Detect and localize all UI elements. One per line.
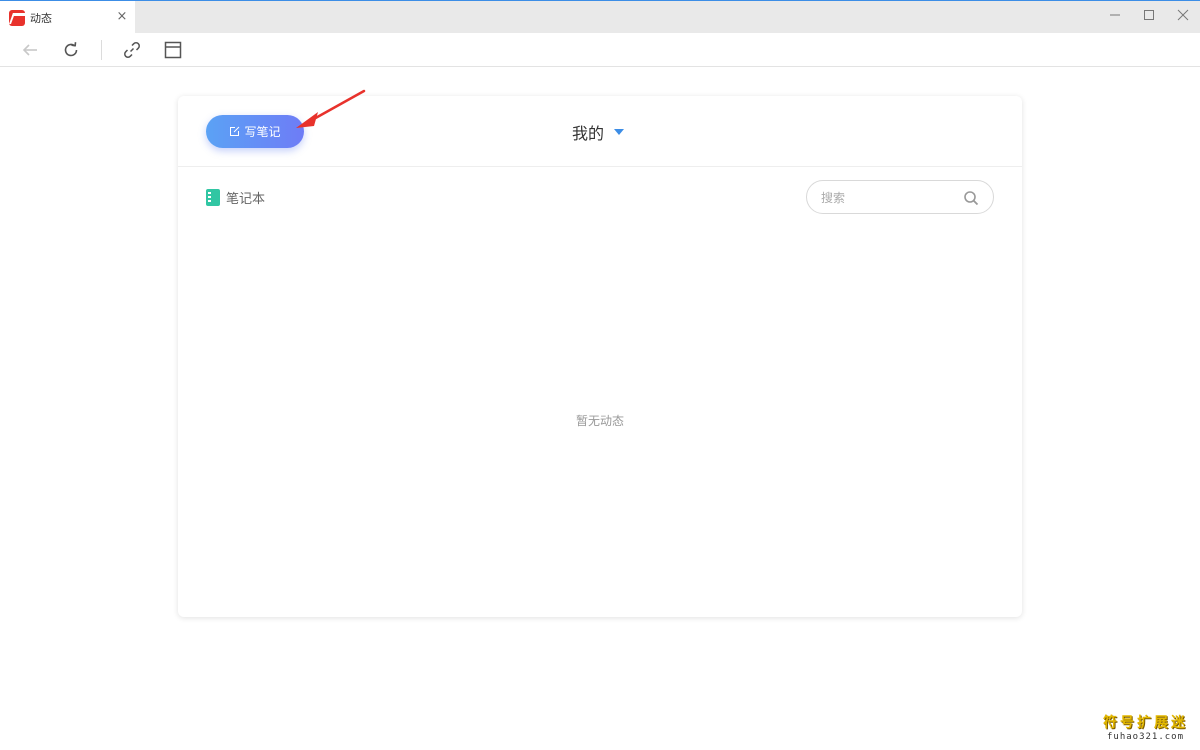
back-arrow-icon (22, 44, 37, 56)
edit-icon (229, 126, 240, 137)
layout-button[interactable] (162, 39, 184, 61)
copy-link-button[interactable] (121, 39, 143, 61)
view-selector-label: 我的 (572, 124, 605, 143)
refresh-icon (64, 42, 78, 57)
notebook-label: 笔记本 (226, 192, 266, 207)
watermark-main-text: 符号扩展迷 (1103, 715, 1188, 731)
watermark-logo: 符号扩展迷 fuhao321.com (1103, 712, 1188, 742)
minimize-button[interactable] (1098, 1, 1132, 29)
search-box (806, 180, 994, 214)
toolbar-separator (101, 40, 102, 60)
tab-close-button[interactable]: × (115, 9, 129, 25)
search-icon[interactable] (963, 190, 979, 206)
watermark-sub-text: fuhao321.com (1106, 732, 1185, 742)
notebook-icon (206, 189, 220, 206)
window-layout-icon (164, 41, 182, 59)
window-controls (1098, 1, 1200, 31)
title-bar: 动态 × (0, 0, 1200, 34)
back-button[interactable] (19, 39, 41, 61)
window-close-button[interactable] (1166, 1, 1200, 29)
view-selector-dropdown[interactable]: 我的 (572, 120, 625, 144)
caret-down-icon (614, 129, 625, 135)
maximize-button[interactable] (1132, 1, 1166, 29)
minimize-icon (1110, 14, 1120, 16)
maximize-icon (1144, 10, 1154, 20)
link-icon (124, 42, 140, 58)
tab-title: 动态 (30, 11, 52, 25)
app-logo-icon (9, 9, 25, 26)
write-note-label: 写笔记 (244, 125, 281, 139)
annotation-arrow-icon (296, 89, 366, 128)
refresh-button[interactable] (60, 39, 82, 61)
notes-card: 写笔记 我的 笔记本 暂无动态 (178, 96, 1022, 617)
toolbar (0, 33, 1200, 67)
notebook-link[interactable]: 笔记本 (206, 188, 265, 207)
empty-state-message: 暂无动态 (575, 414, 624, 428)
search-input[interactable] (821, 189, 961, 207)
tab-dynamics[interactable]: 动态 × (0, 1, 135, 34)
window-close-icon (1177, 9, 1189, 21)
